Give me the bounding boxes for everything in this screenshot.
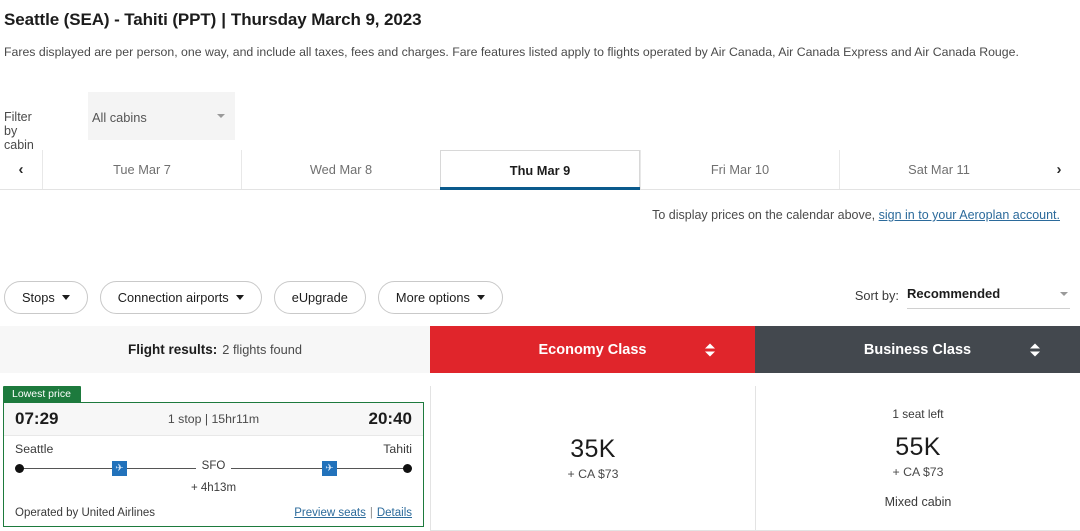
filter-stops-button[interactable]: Stops bbox=[4, 281, 88, 314]
page-title: Seattle (SEA) - Tahiti (PPT) | Thursday Ma… bbox=[4, 10, 422, 30]
page-title-route: Seattle (SEA) - Tahiti (PPT) bbox=[4, 10, 217, 29]
signin-note: To display prices on the calendar above,… bbox=[652, 208, 1060, 222]
route-diagram: ✈ ✈ SFO bbox=[15, 459, 412, 481]
connection-airport-wrap: SFO bbox=[15, 460, 412, 472]
sort-select[interactable]: Recommended bbox=[907, 285, 1070, 309]
business-points: 55K bbox=[895, 433, 941, 461]
lowest-price-badge: Lowest price bbox=[3, 386, 81, 402]
flight-card-box: 07:29 1 stop | 15hr11m 20:40 Seattle Tah… bbox=[3, 402, 424, 527]
date-tab-2-active[interactable]: Thu Mar 9 bbox=[440, 150, 640, 190]
aeroplan-signin-link[interactable]: sign in to your Aeroplan account. bbox=[879, 208, 1060, 222]
business-class-column-header[interactable]: Business Class bbox=[755, 326, 1080, 373]
city-line: Seattle Tahiti bbox=[15, 442, 412, 456]
filter-connection-airports-label: Connection airports bbox=[117, 290, 229, 305]
flight-result-row: Lowest price 07:29 1 stop | 15hr11m 20:4… bbox=[0, 386, 1080, 531]
sort-selected-value: Recommended bbox=[907, 286, 1001, 301]
fare-disclaimer: Fares displayed are per person, one way,… bbox=[4, 45, 1019, 59]
filter-more-options-button[interactable]: More options bbox=[377, 281, 503, 314]
page-title-separator: | bbox=[221, 10, 226, 29]
flight-results-count: 2 flights found bbox=[222, 342, 302, 357]
stops-and-duration: 1 stop | 15hr11m bbox=[167, 412, 260, 426]
flight-card-links: Preview seats | Details bbox=[294, 507, 412, 519]
economy-class-column-header[interactable]: Economy Class bbox=[430, 326, 755, 373]
origin-city: Seattle bbox=[15, 442, 54, 456]
next-day-arrow-icon[interactable]: › bbox=[1038, 150, 1080, 189]
prev-day-arrow-icon[interactable]: ‹ bbox=[0, 150, 42, 189]
destination-city: Tahiti bbox=[383, 442, 412, 456]
sort-control: Sort by: Recommended bbox=[855, 285, 1070, 309]
business-cabin-note: Mixed cabin bbox=[884, 495, 952, 509]
chevron-down-icon bbox=[476, 295, 485, 300]
economy-cash: + CA $73 bbox=[567, 467, 619, 481]
arrival-time: 20:40 bbox=[368, 409, 412, 428]
filter-eupgrade-label: eUpgrade bbox=[291, 290, 348, 305]
cabin-filter-select[interactable]: All cabins bbox=[88, 92, 235, 140]
layover-duration: + 4h13m bbox=[190, 482, 237, 494]
business-price-cell[interactable]: 1 seat left 55K + CA $73 Mixed cabin bbox=[755, 386, 1080, 531]
link-separator: | bbox=[369, 507, 373, 519]
date-tab-4[interactable]: Sat Mar 11 bbox=[839, 150, 1038, 189]
business-seats-left: 1 seat left bbox=[892, 407, 944, 421]
operated-by-text: Operated by United Airlines bbox=[15, 507, 155, 519]
filter-stops-label: Stops bbox=[22, 290, 55, 305]
flight-card-body: Seattle Tahiti ✈ ✈ SFO + 4h13m bbox=[4, 436, 423, 494]
date-tab-bar: ‹ Tue Mar 7 Wed Mar 8 Thu Mar 9 Fri Mar … bbox=[0, 150, 1080, 190]
sort-toggle-icon[interactable] bbox=[1030, 343, 1040, 356]
flight-card-footer: Operated by United Airlines Preview seat… bbox=[15, 507, 412, 519]
filter-more-options-label: More options bbox=[395, 290, 470, 305]
economy-points: 35K bbox=[570, 435, 616, 463]
chevron-down-icon bbox=[235, 295, 244, 300]
page-title-date: Thursday March 9, 2023 bbox=[230, 10, 422, 29]
flight-search-results-page: Seattle (SEA) - Tahiti (PPT) | Thursday Ma… bbox=[0, 0, 1080, 531]
filter-eupgrade-button[interactable]: eUpgrade bbox=[273, 281, 366, 314]
chevron-down-icon bbox=[1060, 292, 1068, 296]
filter-connection-airports-button[interactable]: Connection airports bbox=[99, 281, 262, 314]
date-tab-3[interactable]: Fri Mar 10 bbox=[640, 150, 839, 189]
business-cash: + CA $73 bbox=[892, 465, 944, 479]
economy-price-cell[interactable]: 35K + CA $73 bbox=[430, 386, 755, 531]
connection-airport-code: SFO bbox=[195, 460, 232, 472]
flight-times-bar: 07:29 1 stop | 15hr11m 20:40 bbox=[4, 403, 423, 436]
details-link[interactable]: Details bbox=[377, 507, 412, 519]
flight-results-summary: Flight results: 2 flights found bbox=[0, 326, 430, 373]
chevron-down-icon bbox=[217, 114, 225, 118]
date-tab-1[interactable]: Wed Mar 8 bbox=[241, 150, 440, 189]
cabin-filter-label: Filter by cabin bbox=[4, 110, 34, 152]
signin-note-text: To display prices on the calendar above, bbox=[652, 208, 879, 222]
cabin-filter-value: All cabins bbox=[92, 110, 147, 125]
flight-card: Lowest price 07:29 1 stop | 15hr11m 20:4… bbox=[0, 386, 430, 531]
preview-seats-link[interactable]: Preview seats bbox=[294, 507, 366, 519]
business-class-label: Business Class bbox=[863, 341, 972, 358]
sort-toggle-icon[interactable] bbox=[705, 343, 715, 356]
date-tab-0[interactable]: Tue Mar 7 bbox=[42, 150, 241, 189]
flight-results-label: Flight results: bbox=[128, 342, 218, 357]
sort-label: Sort by: bbox=[854, 288, 899, 303]
departure-time: 07:29 bbox=[15, 409, 59, 428]
economy-class-label: Economy Class bbox=[538, 341, 647, 358]
results-header-bar: Flight results: 2 flights found Economy … bbox=[0, 326, 1080, 373]
chevron-down-icon bbox=[61, 295, 70, 300]
filter-pill-row: Stops Connection airports eUpgrade More … bbox=[4, 281, 503, 314]
